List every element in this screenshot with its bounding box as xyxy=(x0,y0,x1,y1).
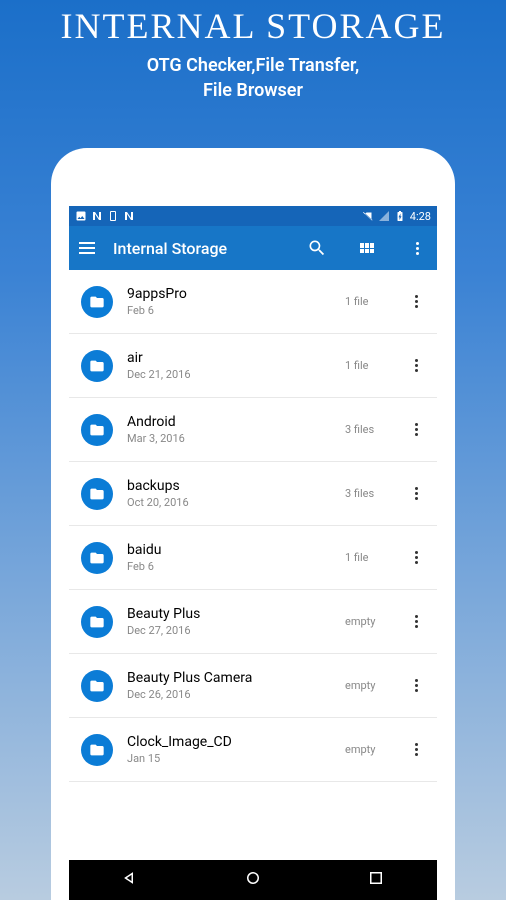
item-count: 3 files xyxy=(345,423,393,436)
item-info: Beauty Plus Dec 27, 2016 xyxy=(127,606,331,637)
item-menu-icon[interactable] xyxy=(407,551,425,564)
folder-icon xyxy=(81,414,113,446)
item-menu-icon[interactable] xyxy=(407,679,425,692)
item-date: Dec 21, 2016 xyxy=(127,368,331,381)
item-count: empty xyxy=(345,679,393,692)
item-date: Dec 27, 2016 xyxy=(127,624,331,637)
folder-icon xyxy=(81,350,113,382)
item-info: Beauty Plus Camera Dec 26, 2016 xyxy=(127,670,331,701)
item-count: empty xyxy=(345,615,393,628)
item-menu-icon[interactable] xyxy=(407,359,425,372)
item-info: air Dec 21, 2016 xyxy=(127,350,331,381)
item-count: 1 file xyxy=(345,551,393,564)
battery-icon xyxy=(394,210,406,222)
item-count: 1 file xyxy=(345,359,393,372)
list-item[interactable]: Beauty Plus Dec 27, 2016 empty xyxy=(69,590,437,654)
status-time: 4:28 xyxy=(410,210,431,223)
image-icon xyxy=(75,210,87,222)
item-name: 9appsPro xyxy=(127,286,331,302)
list-item[interactable]: 9appsPro Feb 6 1 file xyxy=(69,270,437,334)
item-menu-icon[interactable] xyxy=(407,487,425,500)
item-date: Jan 15 xyxy=(127,752,331,765)
menu-icon[interactable] xyxy=(79,242,95,254)
list-item[interactable]: baidu Feb 6 1 file xyxy=(69,526,437,590)
list-item[interactable]: Clock_Image_CD Jan 15 empty xyxy=(69,718,437,782)
app-title: Internal Storage xyxy=(113,239,277,258)
grid-view-icon[interactable] xyxy=(357,238,377,258)
folder-icon xyxy=(81,286,113,318)
search-icon[interactable] xyxy=(307,238,327,258)
item-name: air xyxy=(127,350,331,366)
item-menu-icon[interactable] xyxy=(407,295,425,308)
no-sim-icon xyxy=(362,210,374,222)
overflow-menu-icon[interactable] xyxy=(407,238,427,258)
item-info: 9appsPro Feb 6 xyxy=(127,286,331,317)
item-count: 3 files xyxy=(345,487,393,500)
item-menu-icon[interactable] xyxy=(407,423,425,436)
item-name: baidu xyxy=(127,542,331,558)
item-name: Beauty Plus Camera xyxy=(127,670,331,686)
n-icon xyxy=(91,210,103,222)
recent-button[interactable] xyxy=(367,869,385,891)
item-date: Mar 3, 2016 xyxy=(127,432,331,445)
item-name: Android xyxy=(127,414,331,430)
phone-frame: 4:28 Internal Storage 9appsPro Feb 6 1 f… xyxy=(51,148,455,900)
item-menu-icon[interactable] xyxy=(407,743,425,756)
folder-icon xyxy=(81,542,113,574)
folder-icon xyxy=(81,478,113,510)
phone-icon xyxy=(107,210,119,222)
android-nav-bar xyxy=(69,860,437,900)
item-name: Clock_Image_CD xyxy=(127,734,331,750)
item-count: 1 file xyxy=(345,295,393,308)
item-date: Dec 26, 2016 xyxy=(127,688,331,701)
file-list[interactable]: 9appsPro Feb 6 1 file air Dec 21, 2016 1… xyxy=(69,270,437,860)
app-bar: Internal Storage xyxy=(69,226,437,270)
folder-icon xyxy=(81,606,113,638)
n-icon-2 xyxy=(123,210,135,222)
item-date: Oct 20, 2016 xyxy=(127,496,331,509)
status-left xyxy=(75,210,135,222)
list-item[interactable]: Android Mar 3, 2016 3 files xyxy=(69,398,437,462)
list-item[interactable]: Beauty Plus Camera Dec 26, 2016 empty xyxy=(69,654,437,718)
item-date: Feb 6 xyxy=(127,560,331,573)
list-item[interactable]: backups Oct 20, 2016 3 files xyxy=(69,462,437,526)
status-right: 4:28 xyxy=(362,210,431,223)
item-date: Feb 6 xyxy=(127,304,331,317)
status-bar: 4:28 xyxy=(69,206,437,226)
promo-header: INTERNAL STORAGE OTG Checker,File Transf… xyxy=(0,0,506,103)
folder-icon xyxy=(81,670,113,702)
item-info: Android Mar 3, 2016 xyxy=(127,414,331,445)
home-button[interactable] xyxy=(244,869,262,891)
item-name: Beauty Plus xyxy=(127,606,331,622)
item-count: empty xyxy=(345,743,393,756)
promo-title: INTERNAL STORAGE xyxy=(0,5,506,47)
signal-icon xyxy=(378,210,390,222)
folder-icon xyxy=(81,734,113,766)
item-name: backups xyxy=(127,478,331,494)
item-info: baidu Feb 6 xyxy=(127,542,331,573)
list-item[interactable]: air Dec 21, 2016 1 file xyxy=(69,334,437,398)
item-menu-icon[interactable] xyxy=(407,615,425,628)
promo-subtitle: OTG Checker,File Transfer, File Browser xyxy=(0,53,506,103)
screen: 4:28 Internal Storage 9appsPro Feb 6 1 f… xyxy=(69,206,437,900)
back-button[interactable] xyxy=(121,869,139,891)
item-info: backups Oct 20, 2016 xyxy=(127,478,331,509)
item-info: Clock_Image_CD Jan 15 xyxy=(127,734,331,765)
